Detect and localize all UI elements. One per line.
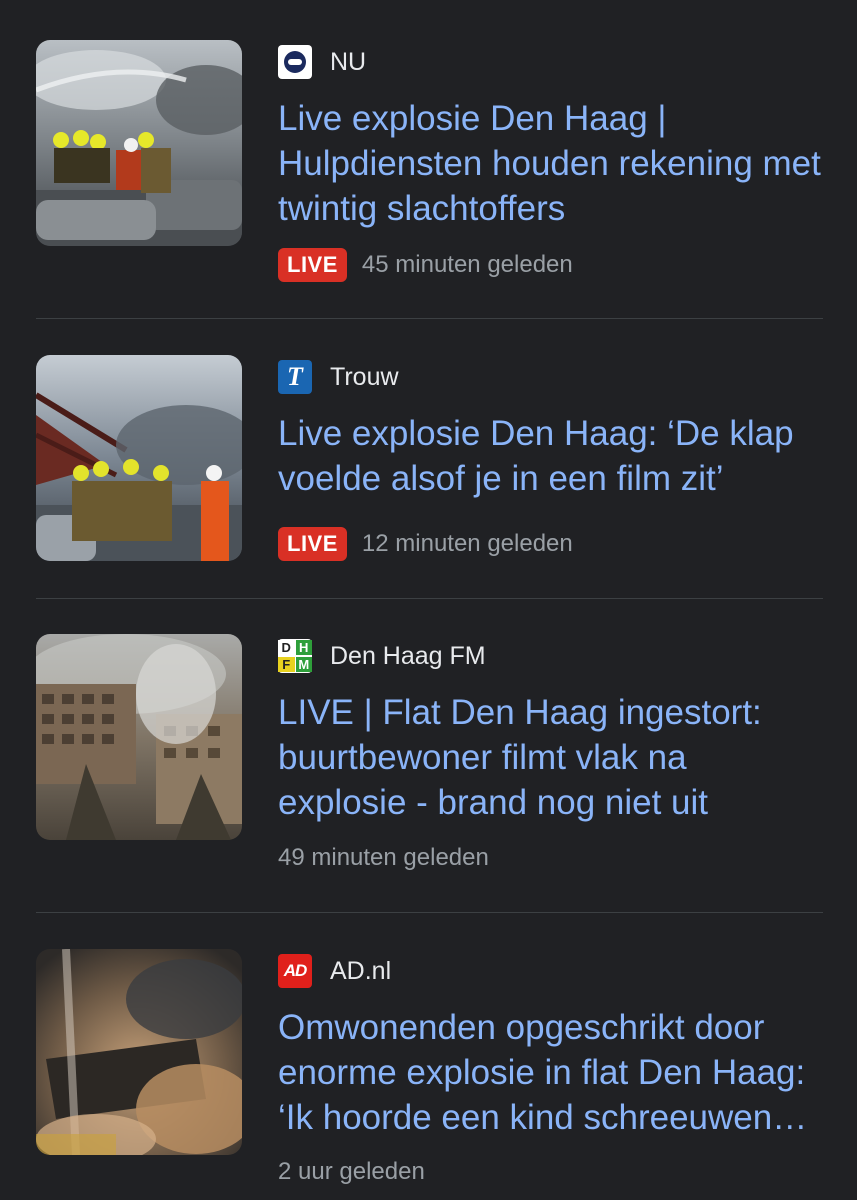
- live-badge: LIVE: [278, 527, 347, 561]
- article-headline[interactable]: Live explosie Den Haag: ‘De klap voelde …: [278, 411, 823, 501]
- firefighters-image: [36, 40, 242, 246]
- den-haag-fm-logo-icon: D H F M: [278, 639, 312, 673]
- live-badge: LIVE: [278, 248, 347, 282]
- ad-logo-icon: AD: [278, 954, 312, 988]
- article-meta: LIVE 45 minuten geleden: [278, 247, 573, 283]
- smoking-building-image: [36, 634, 242, 840]
- source-row[interactable]: NU: [278, 44, 366, 80]
- nu-logo-icon: [278, 45, 312, 79]
- article-headline[interactable]: Live explosie Den Haag | Hulpdiensten ho…: [278, 96, 823, 231]
- source-name: Den Haag FM: [330, 641, 486, 670]
- published-time: 12 minuten geleden: [361, 530, 573, 557]
- trouw-logo-icon: T: [278, 360, 312, 394]
- published-time: 49 minuten geleden: [278, 844, 489, 871]
- published-time: 45 minuten geleden: [361, 251, 573, 278]
- article-thumbnail[interactable]: [36, 40, 242, 246]
- article-meta: 49 minuten geleden: [278, 840, 489, 876]
- published-time: 2 uur geleden: [278, 1158, 425, 1185]
- source-name: AD.nl: [330, 956, 392, 985]
- source-row[interactable]: AD AD.nl: [278, 953, 391, 989]
- divider: [36, 598, 823, 599]
- article-meta: 2 uur geleden: [278, 1154, 425, 1190]
- explosion-smoke-image: [36, 949, 242, 1155]
- source-row[interactable]: T Trouw: [278, 359, 399, 395]
- article-thumbnail[interactable]: [36, 949, 242, 1155]
- article-thumbnail[interactable]: [36, 355, 242, 561]
- divider: [36, 318, 823, 319]
- article-headline[interactable]: LIVE | Flat Den Haag ingestort: buurtbew…: [278, 690, 823, 825]
- article-meta: LIVE 12 minuten geleden: [278, 526, 573, 562]
- news-feed: NU Live explosie Den Haag | Hulpdiensten…: [0, 0, 857, 1200]
- source-row[interactable]: D H F M Den Haag FM: [278, 638, 486, 674]
- article-thumbnail[interactable]: [36, 634, 242, 840]
- article-headline[interactable]: Omwonenden opgeschrikt door enorme explo…: [278, 1005, 823, 1140]
- source-name: NU: [330, 47, 367, 76]
- source-name: Trouw: [330, 362, 399, 391]
- collapsed-building-image: [36, 355, 242, 561]
- divider: [36, 912, 823, 913]
